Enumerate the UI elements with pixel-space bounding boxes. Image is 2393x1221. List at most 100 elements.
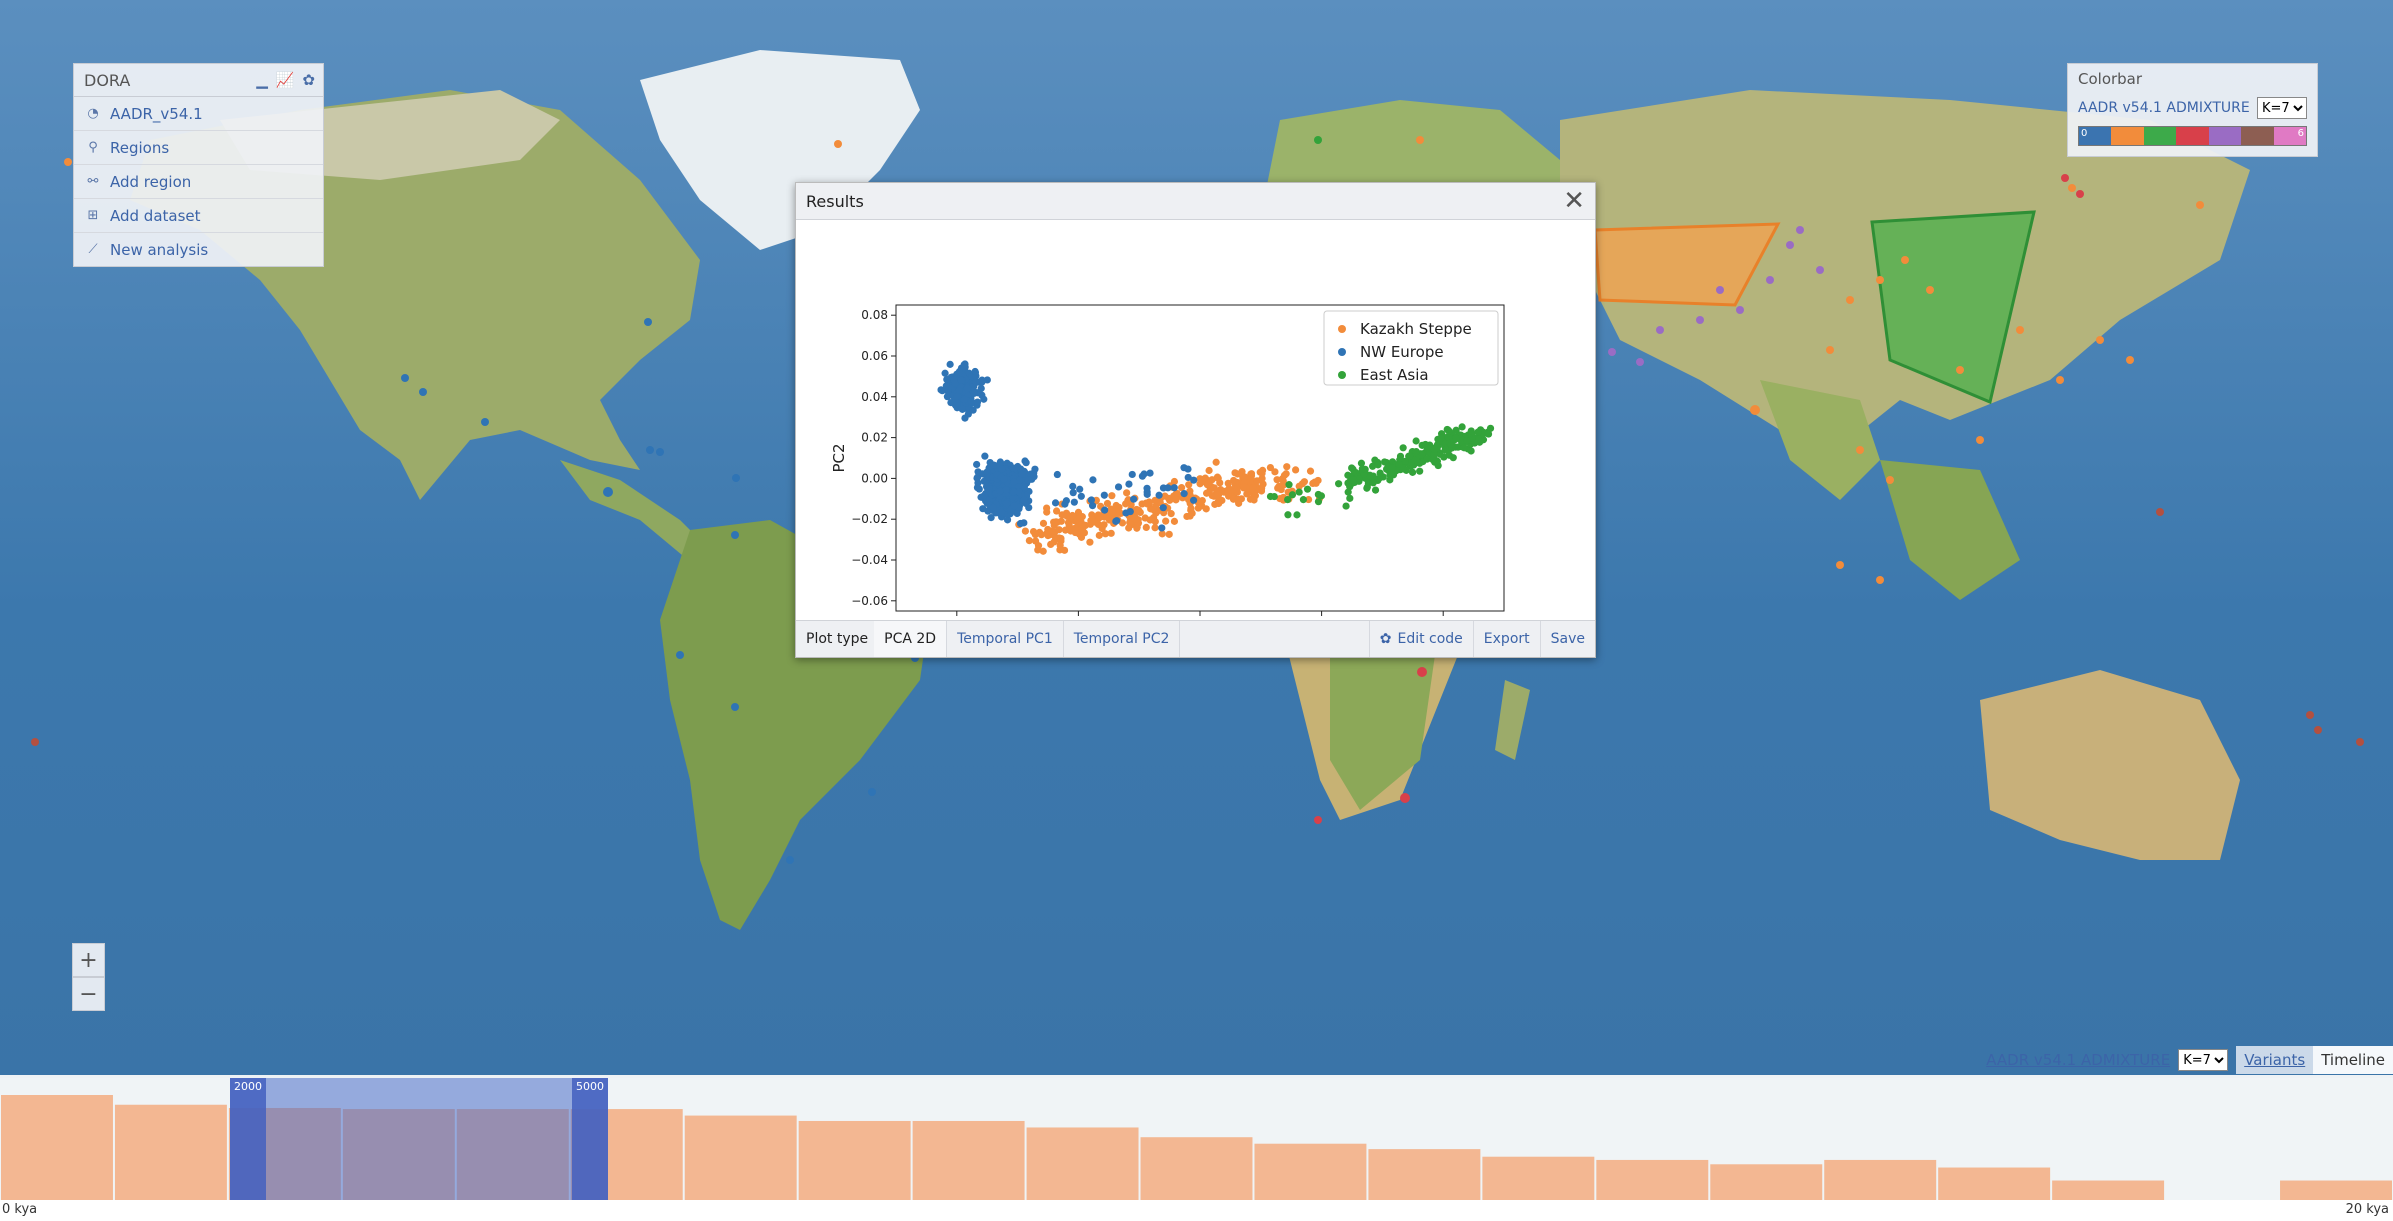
- point-east-asia: [1342, 502, 1350, 510]
- point-nw-europe: [1125, 480, 1133, 488]
- point-east-asia: [1371, 486, 1380, 494]
- point-kazakh-steppe: [1162, 517, 1170, 525]
- point-kazakh-steppe: [1205, 466, 1213, 475]
- colorbar-swatch: [2176, 127, 2209, 145]
- point-nw-europe: [967, 398, 976, 406]
- point-east-asia: [1344, 488, 1352, 496]
- app-title: DORA: [84, 70, 131, 90]
- point-nw-europe: [974, 479, 982, 487]
- point-nw-europe: [941, 369, 949, 377]
- results-footer: Plot type PCA 2D Temporal PC1 Temporal P…: [796, 620, 1595, 657]
- tab-timeline[interactable]: Timeline: [2313, 1046, 2393, 1074]
- point-kazakh-steppe: [1145, 498, 1153, 506]
- point-kazakh-steppe: [1231, 469, 1239, 477]
- point-nw-europe: [987, 514, 995, 522]
- tab-temporal-pc1[interactable]: Temporal PC1: [947, 621, 1064, 657]
- timeline-bar: [1254, 1143, 1367, 1200]
- timeline-axis: 0 kya 20 kya: [0, 1200, 2393, 1221]
- sidebar-item-regions[interactable]: ⚲ Regions: [74, 131, 323, 165]
- point-east-asia: [1348, 464, 1356, 472]
- sidebar-item-add-dataset[interactable]: ⊞ Add dataset: [74, 199, 323, 233]
- colorbar-swatches: 06: [2078, 126, 2307, 146]
- point-nw-europe: [955, 368, 963, 376]
- sidebar-item-add-region[interactable]: ⚯ Add region: [74, 165, 323, 199]
- point-east-asia: [1284, 511, 1292, 519]
- gear-icon[interactable]: ✿: [302, 71, 315, 89]
- point-kazakh-steppe: [1215, 499, 1223, 508]
- point-nw-europe: [957, 376, 965, 384]
- point-nw-europe: [1138, 472, 1147, 480]
- point-kazakh-steppe: [1146, 516, 1154, 524]
- point-east-asia: [1458, 423, 1466, 431]
- point-east-asia: [1449, 454, 1457, 462]
- legend-marker: [1338, 371, 1346, 379]
- point-east-asia: [1376, 469, 1384, 477]
- point-east-asia: [1285, 481, 1293, 489]
- colorbar-swatch: [2143, 127, 2177, 145]
- point-kazakh-steppe: [1057, 534, 1065, 543]
- colorbar-max-label: 6: [2297, 128, 2304, 139]
- timeline-bar: [1140, 1137, 1253, 1200]
- timeline-bar: [1710, 1164, 1823, 1200]
- zoom-in-button[interactable]: +: [72, 943, 105, 977]
- sidebar-item-dataset[interactable]: ◔ AADR_v54.1: [74, 97, 323, 131]
- tab-variants[interactable]: Variants: [2236, 1046, 2314, 1074]
- tab-pca-2d[interactable]: PCA 2D: [874, 621, 948, 657]
- timeline-selection[interactable]: [230, 1078, 608, 1200]
- point-nw-europe: [1061, 500, 1069, 508]
- save-button[interactable]: Save: [1541, 621, 1595, 657]
- close-icon[interactable]: ✕: [1563, 188, 1585, 214]
- minimize-icon[interactable]: ▁: [256, 71, 268, 89]
- y-axis-label: PC2: [830, 443, 848, 472]
- point-kazakh-steppe: [1043, 504, 1051, 512]
- point-kazakh-steppe: [1271, 468, 1279, 476]
- timeline-histogram[interactable]: 2000 5000: [0, 1078, 2393, 1200]
- point-kazakh-steppe: [1167, 510, 1175, 518]
- timeline-bar: [1482, 1156, 1595, 1200]
- point-nw-europe: [1143, 490, 1151, 498]
- timeline-bar: [2280, 1180, 2392, 1200]
- edit-code-button[interactable]: ✿ Edit code: [1368, 621, 1474, 657]
- timeline-bar: [912, 1120, 1025, 1200]
- point-kazakh-steppe: [1133, 524, 1141, 532]
- sidebar-item-label: Add region: [110, 172, 192, 191]
- zoom-out-button[interactable]: −: [72, 977, 105, 1011]
- point-east-asia: [1416, 467, 1424, 475]
- point-nw-europe: [1184, 473, 1192, 482]
- tab-temporal-pc2[interactable]: Temporal PC2: [1064, 621, 1181, 657]
- point-east-asia: [1386, 476, 1394, 484]
- point-nw-europe: [960, 361, 968, 369]
- point-kazakh-steppe: [1135, 506, 1143, 514]
- point-kazakh-steppe: [1142, 523, 1150, 532]
- export-button[interactable]: Export: [1474, 621, 1541, 657]
- pin-icon: ⚲: [88, 140, 98, 155]
- point-nw-europe: [1159, 504, 1167, 512]
- colorbar-swatch: [2241, 127, 2274, 145]
- point-kazakh-steppe: [1039, 519, 1048, 527]
- bottom-k-select[interactable]: K=7: [2178, 1049, 2229, 1071]
- point-east-asia: [1284, 495, 1292, 504]
- timeline-bar: [798, 1120, 911, 1200]
- timeline-handle-start[interactable]: [230, 1078, 266, 1200]
- colorbar-k-select[interactable]: K=7: [2257, 97, 2307, 119]
- sidebar-item-label: AADR_v54.1: [110, 104, 203, 123]
- chart-toolbar-icon[interactable]: 📈: [276, 71, 295, 89]
- colorbar-panel: Colorbar AADR v54.1 ADMIXTURE K=7 06: [2067, 63, 2318, 157]
- point-kazakh-steppe: [1166, 496, 1174, 504]
- bottom-toolbar: AADR v54.1 ADMIXTURE K=7 Variants Timeli…: [1978, 1046, 2393, 1074]
- timeline-handle-end[interactable]: [572, 1078, 608, 1200]
- dataset-link[interactable]: AADR v54.1 ADMIXTURE: [1986, 1051, 2170, 1069]
- point-east-asia: [1270, 492, 1278, 501]
- timeline-min-label: 0 kya: [2, 1202, 38, 1217]
- sidebar-item-new-analysis[interactable]: ⟋ New analysis: [74, 233, 323, 266]
- colorbar-title: Colorbar: [2078, 70, 2143, 88]
- timeline-bar: [2052, 1180, 2165, 1200]
- legend-entry: NW Europe: [1360, 343, 1444, 361]
- timeline-bar: [1938, 1167, 2051, 1200]
- point-kazakh-steppe: [1224, 479, 1232, 487]
- point-nw-europe: [1022, 459, 1030, 467]
- point-kazakh-steppe: [1055, 526, 1063, 534]
- point-nw-europe: [981, 452, 989, 460]
- point-nw-europe: [960, 395, 968, 404]
- timeline-max-label: 20 kya: [2345, 1202, 2389, 1217]
